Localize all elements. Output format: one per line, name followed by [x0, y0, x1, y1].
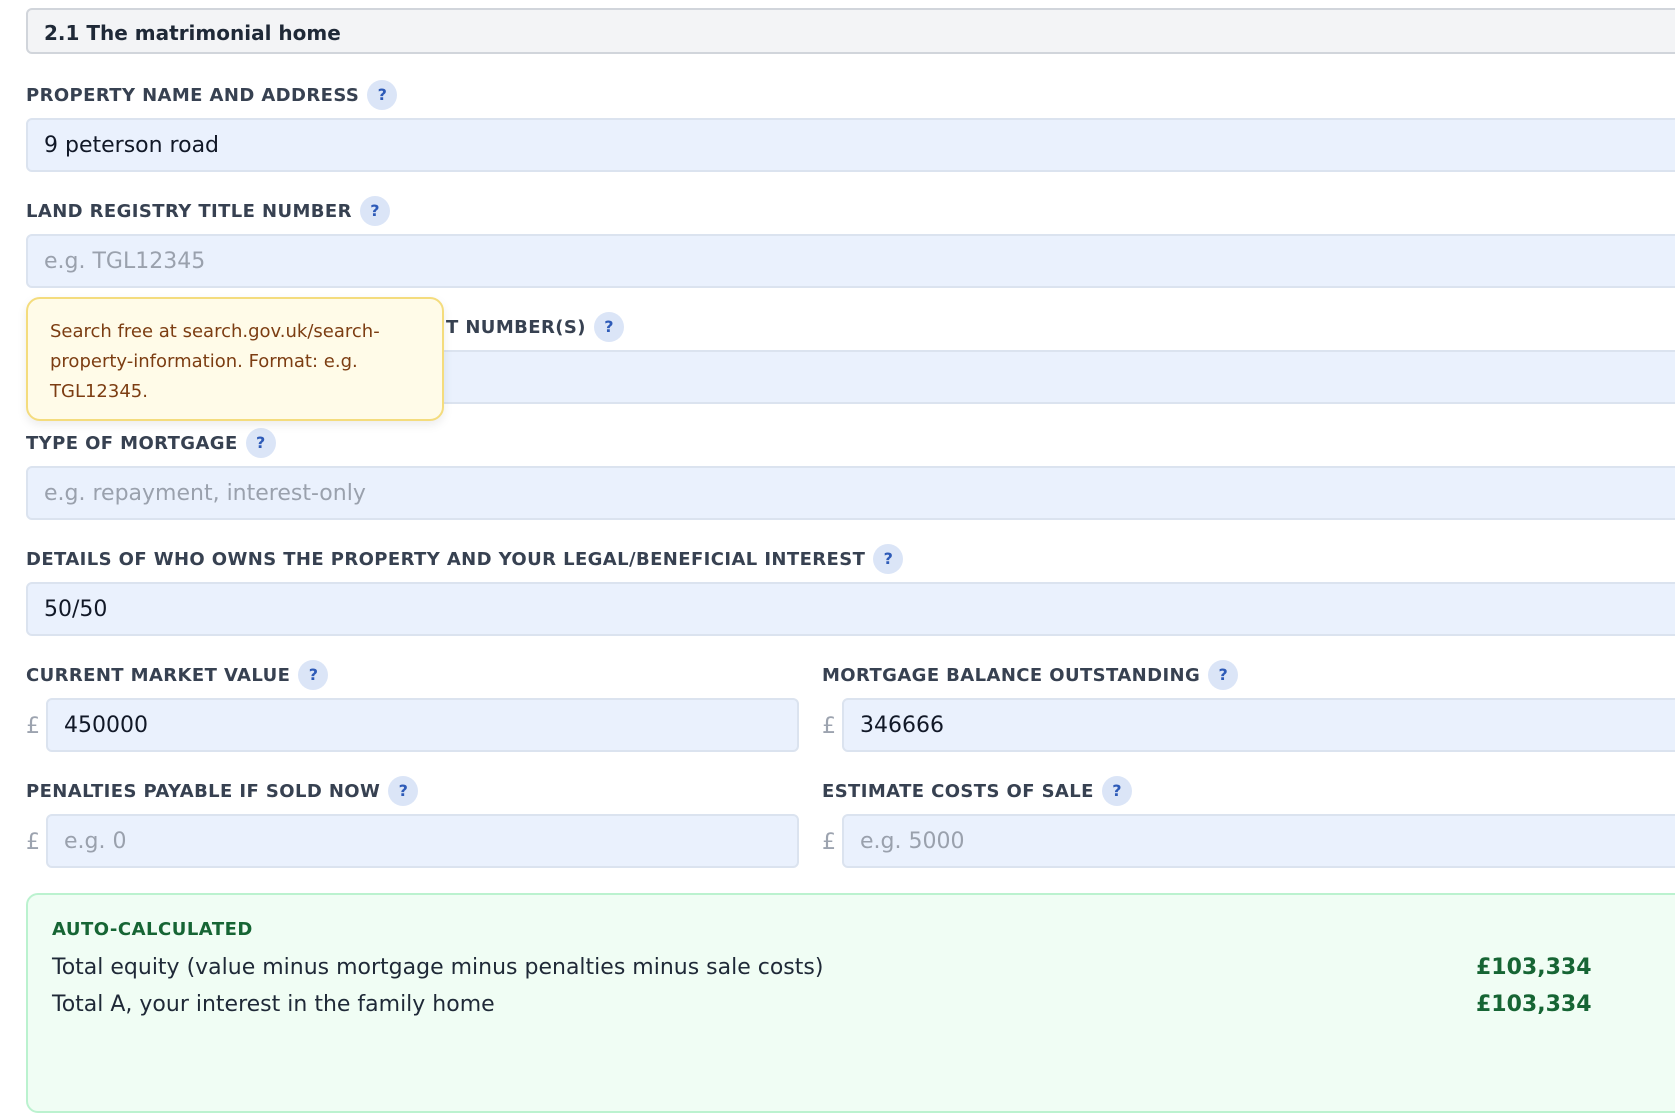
mortgage-type-placeholder: e.g. repayment, interest-only [44, 481, 366, 506]
property-address-value: 9 peterson road [44, 133, 220, 158]
help-icon[interactable]: ? [873, 544, 904, 574]
mortgage-balance-label: MORTGAGE BALANCE OUTSTANDING ? [822, 660, 1239, 690]
help-icon[interactable]: ? [359, 196, 390, 226]
sale-costs-label: ESTIMATE COSTS OF SALE ? [822, 776, 1132, 806]
sale-costs-placeholder: e.g. 5000 [860, 829, 965, 854]
market-value-value: 450000 [64, 713, 148, 738]
auto-calculated-title: AUTO-CALCULATED [52, 919, 253, 940]
mortgage-type-label: TYPE OF MORTGAGE ? [26, 428, 276, 458]
help-icon[interactable]: ? [367, 80, 398, 110]
sale-costs-field[interactable]: e.g. 5000 [842, 814, 1675, 868]
land-registry-placeholder: e.g. TGL12345 [44, 249, 206, 274]
section-title: 2.1 The matrimonial home [44, 21, 341, 45]
market-value-label: CURRENT MARKET VALUE ? [26, 660, 329, 690]
total-equity-label: Total equity (value minus mortgage minus… [52, 955, 824, 980]
total-a-label: Total A, your interest in the family hom… [52, 992, 495, 1017]
mortgage-balance-value: 346666 [860, 713, 944, 738]
help-icon[interactable]: ? [388, 776, 419, 806]
mortgage-type-field[interactable]: e.g. repayment, interest-only [26, 466, 1675, 520]
tooltip-text: Search free at search.gov.uk/search-prop… [50, 321, 380, 402]
total-equity-value: £103,334 [1476, 955, 1592, 980]
help-icon[interactable]: ? [245, 428, 276, 458]
help-icon[interactable]: ? [593, 312, 624, 342]
penalties-placeholder: e.g. 0 [64, 829, 127, 854]
mortgage-balance-field[interactable]: 346666 [842, 698, 1675, 752]
auto-calculated-panel: AUTO-CALCULATED Total equity (value minu… [26, 893, 1675, 1113]
property-address-label: PROPERTY NAME AND ADDRESS ? [26, 80, 398, 110]
total-a-value: £103,334 [1476, 992, 1592, 1017]
mortgage-account-label: T NUMBER(S) ? [446, 312, 624, 342]
ownership-field[interactable]: 50/50 [26, 582, 1675, 636]
penalties-label: PENALTIES PAYABLE IF SOLD NOW ? [26, 776, 419, 806]
help-icon[interactable]: ? [1101, 776, 1132, 806]
currency-symbol: £ [26, 714, 40, 739]
ownership-value: 50/50 [44, 597, 108, 622]
land-registry-label: LAND REGISTRY TITLE NUMBER ? [26, 196, 390, 226]
market-value-field[interactable]: 450000 [46, 698, 799, 752]
help-icon[interactable]: ? [1208, 660, 1239, 690]
help-icon[interactable]: ? [298, 660, 329, 690]
property-address-field[interactable]: 9 peterson road [26, 118, 1675, 172]
currency-symbol: £ [822, 830, 836, 855]
currency-symbol: £ [822, 714, 836, 739]
land-registry-field[interactable]: e.g. TGL12345 [26, 234, 1675, 288]
ownership-label: DETAILS OF WHO OWNS THE PROPERTY AND YOU… [26, 544, 904, 574]
penalties-field[interactable]: e.g. 0 [46, 814, 799, 868]
currency-symbol: £ [26, 830, 40, 855]
help-tooltip: Search free at search.gov.uk/search-prop… [26, 297, 444, 421]
section-header: 2.1 The matrimonial home [26, 8, 1675, 54]
